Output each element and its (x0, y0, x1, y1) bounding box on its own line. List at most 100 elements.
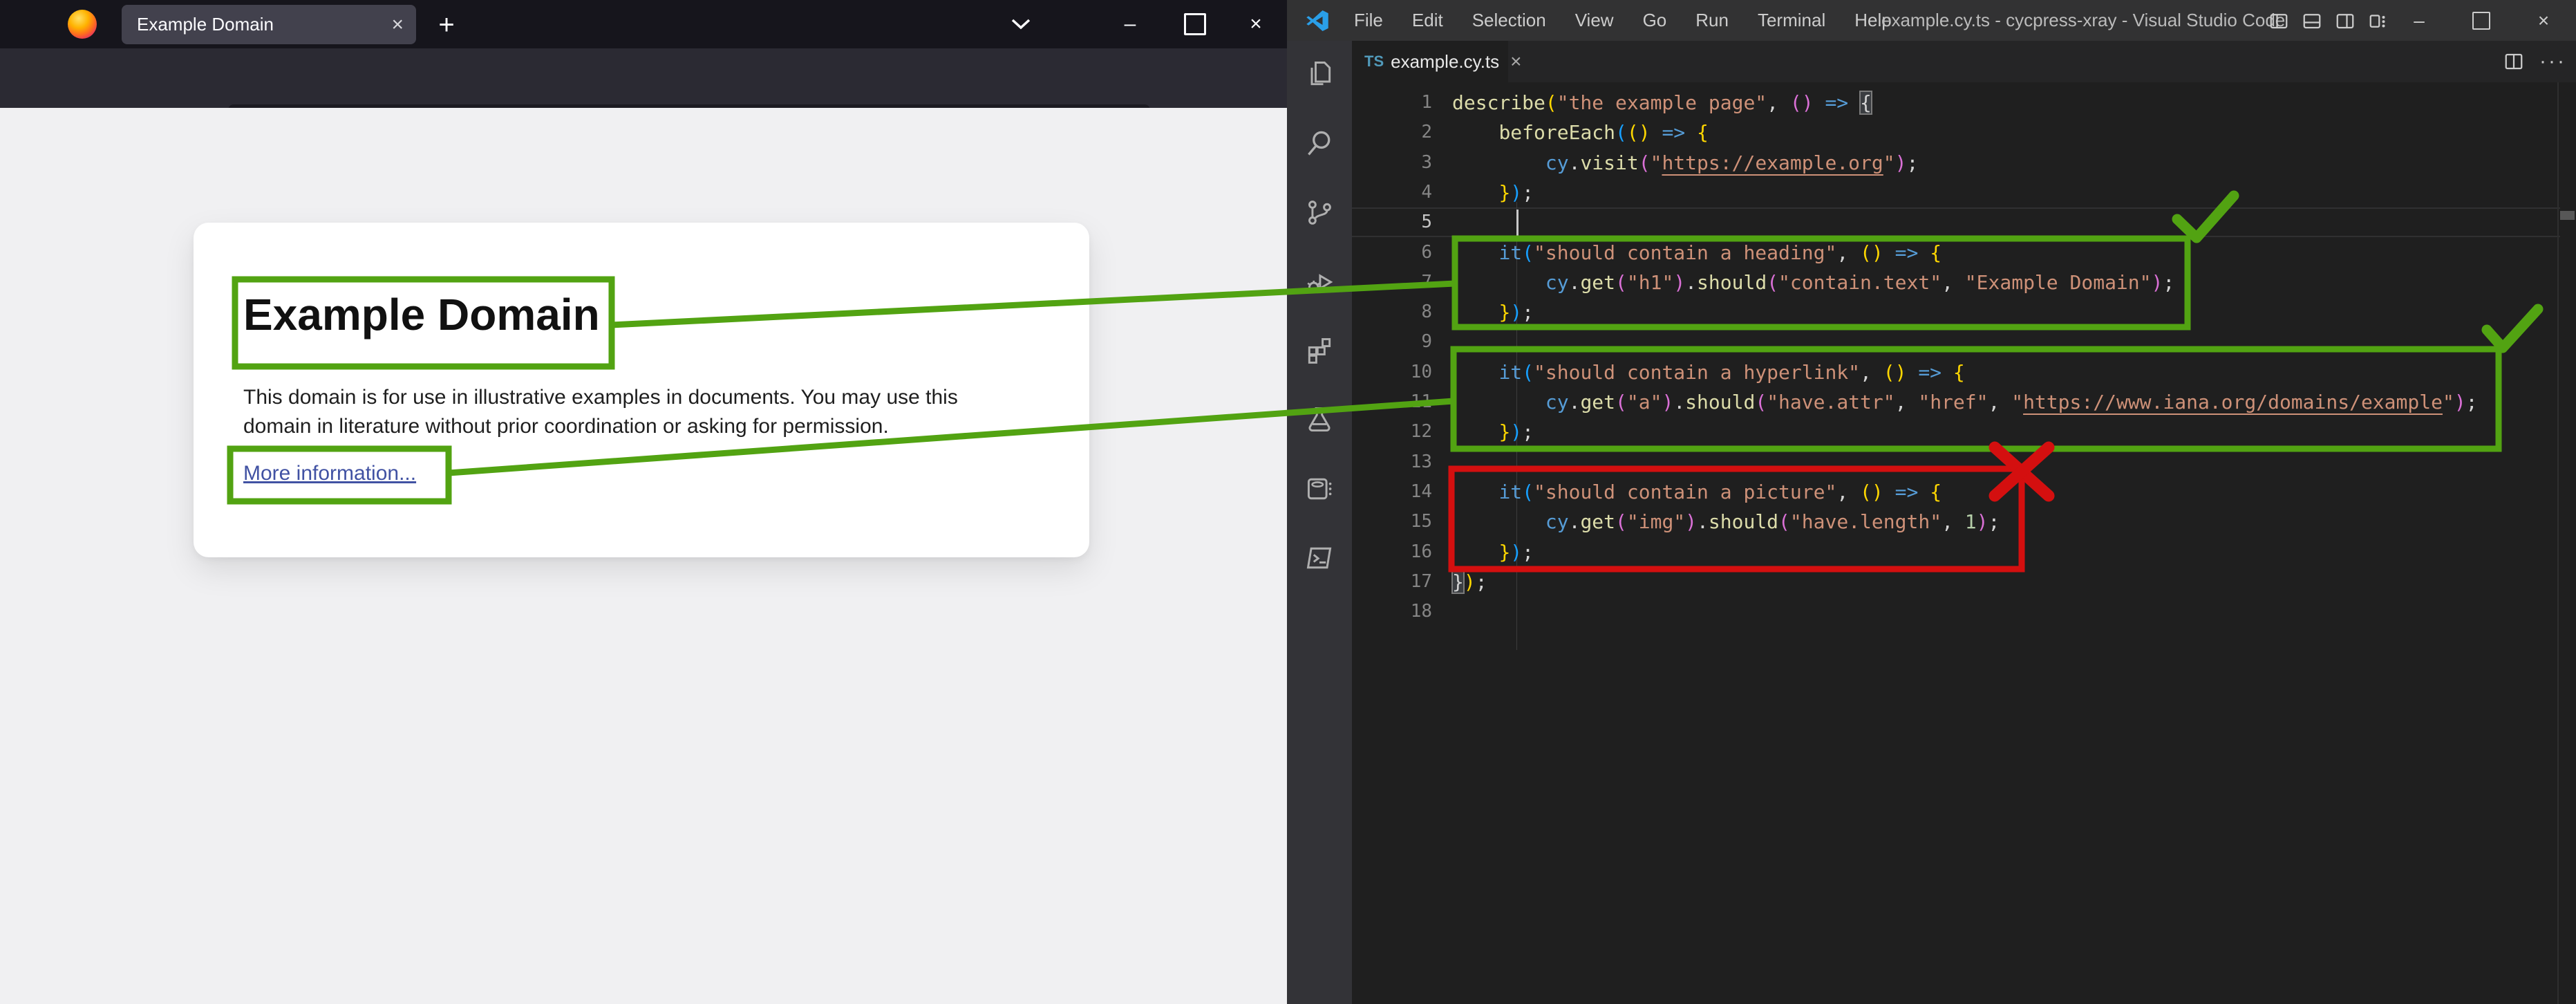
close-button[interactable]: × (2514, 0, 2573, 41)
editor-area: TS example.cy.ts × ··· 1describe("the ex… (1352, 41, 2576, 1004)
toggle-secondary-sidebar-icon[interactable] (2335, 10, 2356, 31)
typescript-file-icon: TS (1364, 53, 1384, 71)
code-line[interactable]: 17}); (1352, 567, 2576, 597)
menu-file[interactable]: File (1339, 0, 1398, 41)
line-number: 6 (1352, 238, 1432, 268)
line-number: 14 (1352, 477, 1432, 507)
split-editor-icon[interactable] (2503, 51, 2524, 72)
code-line[interactable]: 4 }); (1352, 178, 2576, 207)
code-text: it("should contain a hyperlink", () => { (1452, 357, 1965, 387)
menu-edit[interactable]: Edit (1398, 0, 1458, 41)
menu-run[interactable]: Run (1681, 0, 1743, 41)
window-title: example.cy.ts - cycpress-xray - Visual S… (1881, 0, 2285, 41)
more-information-link[interactable]: More information... (243, 462, 416, 485)
tab-close-icon[interactable]: × (391, 13, 404, 37)
scrollbar-thumb[interactable] (2560, 211, 2575, 220)
menu-terminal[interactable]: Terminal (1743, 0, 1840, 41)
code-editor[interactable]: 1describe("the example page", () => {2 b… (1352, 82, 2576, 1004)
explorer-icon[interactable] (1304, 59, 1335, 93)
code-line[interactable]: 10 it("should contain a hyperlink", () =… (1352, 357, 2576, 387)
new-tab-button[interactable]: + (430, 8, 463, 41)
minimize-button[interactable]: – (1111, 6, 1149, 43)
code-text: }); (1452, 567, 1487, 597)
code-line[interactable]: 12 }); (1352, 417, 2576, 447)
vscode-window: FileEditSelectionViewGoRunTerminalHelp e… (1287, 0, 2576, 1004)
scrollbar-track (2557, 82, 2559, 1004)
code-text: beforeEach(() => { (1452, 118, 1709, 147)
code-line[interactable]: 3 cy.visit("https://example.org"); (1352, 148, 2576, 178)
code-text: cy.visit("https://example.org"); (1452, 148, 1918, 178)
container-icon[interactable] (1304, 474, 1335, 508)
line-number: 10 (1352, 357, 1432, 387)
editor-tab-bar: TS example.cy.ts × ··· (1352, 41, 2576, 82)
paragraph-line-1: This domain is for use in illustrative e… (243, 386, 958, 409)
code-line[interactable]: 1describe("the example page", () => { (1352, 88, 2576, 118)
toggle-sidebar-icon[interactable] (2268, 10, 2289, 31)
line-number: 3 (1352, 148, 1432, 178)
editor-actions: ··· (2503, 41, 2566, 82)
more-actions-icon[interactable]: ··· (2539, 50, 2566, 73)
maximize-icon (2472, 12, 2490, 30)
close-button[interactable]: × (1237, 6, 1275, 43)
code-text: describe("the example page", () => { (1452, 88, 1872, 118)
testing-icon[interactable] (1304, 405, 1335, 438)
toggle-panel-icon[interactable] (2302, 10, 2322, 31)
line-number: 16 (1352, 537, 1432, 567)
code-line[interactable]: 6 it("should contain a heading", () => { (1352, 238, 2576, 268)
customize-layout-icon[interactable] (2368, 10, 2389, 31)
browser-viewport: Example Domain This domain is for use in… (0, 108, 1287, 1004)
code-text: cy.get("a").should("have.attr", "href", … (1452, 387, 2478, 417)
code-text: }); (1452, 297, 1534, 327)
editor-tab[interactable]: TS example.cy.ts × (1352, 41, 1508, 82)
firefox-window: Example Domain × + – × ← → https://examp… (0, 0, 1287, 1004)
extensions-icon[interactable] (1304, 335, 1335, 369)
line-number: 9 (1352, 327, 1432, 357)
menu-view[interactable]: View (1561, 0, 1628, 41)
terminal-icon[interactable] (1304, 543, 1335, 577)
browser-tab[interactable]: Example Domain × (122, 5, 416, 44)
code-line[interactable]: 16 }); (1352, 537, 2576, 567)
vscode-logo-icon (1305, 8, 1330, 33)
line-number: 15 (1352, 507, 1432, 537)
code-line[interactable]: 2 beforeEach(() => { (1352, 118, 2576, 147)
code-text: }); (1452, 417, 1534, 447)
tab-close-icon[interactable]: × (1510, 50, 1521, 73)
page-paragraph: This domain is for use in illustrative e… (243, 383, 958, 441)
line-number: 11 (1352, 387, 1432, 417)
line-number: 12 (1352, 417, 1432, 447)
code-text: it("should contain a picture", () => { (1452, 477, 1942, 507)
code-text: it("should contain a heading", () => { (1452, 238, 1942, 268)
maximize-icon (1184, 13, 1206, 35)
code-text: }); (1452, 178, 1534, 207)
line-number: 4 (1352, 178, 1432, 207)
code-line[interactable]: 7 cy.get("h1").should("contain.text", "E… (1352, 268, 2576, 297)
code-line[interactable]: 15 cy.get("img").should("have.length", 1… (1352, 507, 2576, 537)
code-line[interactable]: 13 (1352, 447, 2576, 477)
paragraph-line-2: domain in literature without prior coord… (243, 415, 889, 438)
maximize-button[interactable] (1176, 6, 1214, 43)
browser-tab-title: Example Domain (137, 14, 391, 35)
code-line[interactable]: 18 (1352, 597, 2576, 626)
layout-controls (2268, 0, 2389, 41)
line-number: 2 (1352, 118, 1432, 147)
firefox-logo-icon (68, 10, 97, 39)
line-number: 8 (1352, 297, 1432, 327)
code-line[interactable]: 9 (1352, 327, 2576, 357)
code-line[interactable]: 5 (1352, 207, 2576, 237)
code-line[interactable]: 8 }); (1352, 297, 2576, 327)
code-line[interactable]: 11 cy.get("a").should("have.attr", "href… (1352, 387, 2576, 417)
code-text: }); (1452, 537, 1534, 567)
search-icon[interactable] (1304, 128, 1335, 162)
vscode-titlebar: FileEditSelectionViewGoRunTerminalHelp e… (1287, 0, 2576, 41)
line-number: 18 (1352, 597, 1432, 626)
source-control-icon[interactable] (1304, 197, 1335, 231)
run-debug-icon[interactable] (1304, 266, 1335, 300)
code-text: cy.get("img").should("have.length", 1); (1452, 507, 2000, 537)
minimize-button[interactable]: – (2389, 0, 2449, 41)
list-tabs-chevron-icon[interactable] (1002, 6, 1040, 43)
menu-selection[interactable]: Selection (1458, 0, 1561, 41)
code-line[interactable]: 14 it("should contain a picture", () => … (1352, 477, 2576, 507)
menu-go[interactable]: Go (1628, 0, 1682, 41)
menu-bar: FileEditSelectionViewGoRunTerminalHelp (1339, 0, 1906, 41)
maximize-button[interactable] (2452, 0, 2511, 41)
